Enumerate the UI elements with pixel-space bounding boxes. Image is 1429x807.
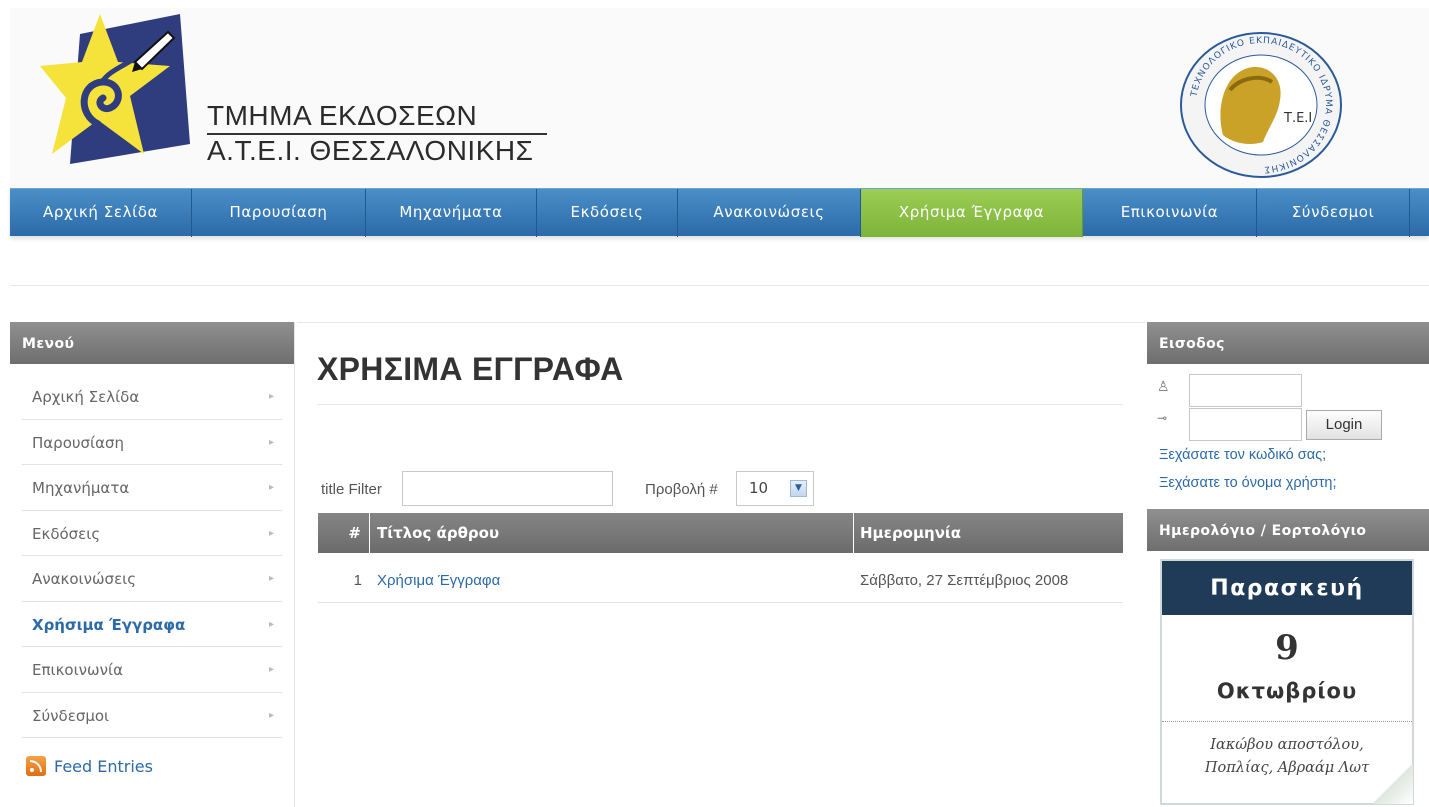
login-form: ♙ ⊸ Login Ξεχάσατε τον κωδικό σας; Ξεχάσ… (1147, 364, 1429, 509)
nav-item-publications[interactable]: Εκδόσεις (537, 189, 678, 237)
calendar-date: 9 (1275, 628, 1299, 668)
sidebar-item-label: Χρήσιμα Έγγραφα (32, 615, 186, 634)
page-title: ΧΡΗΣΙΜΑ ΕΓΓΡΑΦΑ (317, 351, 624, 387)
sidebar-item-machines[interactable]: Μηχανήματα ▸ (22, 465, 282, 511)
column-header-title[interactable]: Τίτλος άρθρου (370, 513, 854, 553)
forgot-password-link[interactable]: Ξεχάσατε τον κωδικό σας; (1159, 447, 1326, 463)
sidebar-item-useful-documents[interactable]: Χρήσιμα Έγγραφα ▸ (22, 602, 282, 647)
chevron-right-icon: ▸ (268, 527, 274, 539)
article-date: Σάββατο, 27 Σεπτέμβριος 2008 (860, 572, 1069, 589)
nav-item-home[interactable]: Αρχική Σελίδα (10, 189, 192, 237)
sidebar-menu: Αρχική Σελίδα ▸ Παρουσίαση ▸ Μηχανήματα ▸ Ε… (10, 364, 294, 738)
svg-text:Τ.Ε.Ι: Τ.Ε.Ι (1283, 111, 1312, 126)
chevron-down-icon: ▼ (790, 480, 807, 497)
nav-item-links[interactable]: Σύνδεσμοι (1257, 189, 1410, 237)
calendar-month: Οκτωβρίου (1216, 679, 1358, 703)
menu-box-title: Μενού (10, 322, 294, 364)
main-navigation: Αρχική Σελίδα Παρουσίαση Μηχανήματα Εκδό… (10, 188, 1429, 237)
calendar-day-name: Παρασκευή (1162, 561, 1412, 615)
table-row: 1 Χρήσιμα Έγγραφα Σάββατο, 27 Σεπτέμβριο… (318, 553, 1123, 603)
calendar-box-title: Ημερολόγιο / Εορτολόγιο (1147, 509, 1429, 551)
sidebar-item-label: Παρουσίαση (32, 433, 125, 452)
sidebar-item-announcements[interactable]: Ανακοινώσεις ▸ (22, 556, 282, 602)
main-content: ΧΡΗΣΙΜΑ ΕΓΓΡΑΦΑ title Filter Προβολή # 1… (297, 322, 1145, 807)
forgot-username-link[interactable]: Ξεχάσατε το όνομα χρήστη; (1159, 475, 1337, 491)
sidebar-item-label: Εκδόσεις (32, 524, 101, 543)
title-filter-input[interactable] (402, 471, 613, 506)
organization-title-line1: ΤΜΗΜΑ ΕΚΔΟΣΕΩΝ (207, 100, 547, 135)
chevron-right-icon: ▸ (268, 664, 274, 675)
title-divider (317, 404, 1123, 405)
sidebar-item-links[interactable]: Σύνδεσμοι ▸ (22, 693, 282, 738)
nav-item-useful-documents[interactable]: Χρήσιμα Έγγραφα (861, 189, 1083, 237)
chevron-right-icon: ▸ (268, 391, 274, 402)
username-input[interactable] (1189, 374, 1302, 407)
column-header-number: # (318, 513, 370, 553)
articles-table: # Τίτλος άρθρου Ημερομηνία 1 Χρήσιμα Έγγ… (318, 513, 1123, 603)
sidebar-item-home[interactable]: Αρχική Σελίδα ▸ (22, 374, 282, 420)
feed-entries-link[interactable]: Feed Entries (26, 756, 153, 776)
sidebar-item-publications[interactable]: Εκδόσεις ▸ (22, 511, 282, 556)
organization-title-line2: Α.Τ.Ε.Ι. ΘΕΣΣΑΛΟΝΙΚΗΣ (207, 135, 534, 166)
key-icon: ⊸ (1157, 411, 1168, 425)
row-number: 1 (353, 572, 362, 589)
login-box-title: Εισοδος (1147, 322, 1429, 364)
column-header-date[interactable]: Ημερομηνία (854, 513, 1123, 553)
sidebar-item-label: Ανακοινώσεις (32, 570, 137, 588)
chevron-right-icon: ▸ (268, 618, 274, 630)
feed-entries-label: Feed Entries (54, 756, 153, 776)
right-sidebar: Εισοδος ♙ ⊸ Login Ξεχάσατε τον κωδικό σα… (1147, 322, 1429, 807)
article-title-link[interactable]: Χρήσιμα Έγγραφα (377, 553, 500, 609)
display-count-label: Προβολή # (645, 481, 718, 498)
nav-item-announcements[interactable]: Ανακοινώσεις (678, 189, 861, 237)
page-curl-decoration (1373, 764, 1413, 804)
user-icon: ♙ (1157, 379, 1170, 395)
calendar-widget: Παρασκευή 9 Οκτωβρίου Ιακώβου αποστόλου,… (1160, 559, 1414, 805)
separator-line (10, 285, 1429, 286)
chevron-right-icon: ▸ (268, 436, 274, 448)
title-filter-label: title Filter (321, 481, 382, 498)
nav-item-presentation[interactable]: Παρουσίαση (192, 189, 366, 237)
display-count-value: 10 (749, 479, 769, 497)
table-header-row: # Τίτλος άρθρου Ημερομηνία (318, 513, 1123, 553)
chevron-right-icon: ▸ (268, 482, 274, 493)
sidebar-item-contact[interactable]: Επικοινωνία ▸ (22, 647, 282, 693)
name-days-line1: Ιακώβου αποστόλου, (1210, 737, 1364, 753)
tei-seal-logo: ΤΕΧΝΟΛΟΓΙΚΟ ΕΚΠΑΙΔΕΥΤΙΚΟ ΙΔΡΥΜΑ ΘΕΣΣΑΛΟΝ… (1180, 32, 1342, 178)
site-header: ΤΜΗΜΑ ΕΚΔΟΣΕΩΝ Α.Τ.Ε.Ι. ΘΕΣΣΑΛΟΝΙΚΗΣ ΤΕΧ… (10, 8, 1429, 188)
sidebar-item-label: Μηχανήματα (32, 479, 130, 497)
sidebar-item-presentation[interactable]: Παρουσίαση ▸ (22, 420, 282, 465)
sidebar-item-label: Επικοινωνία (32, 661, 123, 679)
display-count-select[interactable]: 10 ▼ (736, 471, 814, 506)
sidebar-item-label: Αρχική Σελίδα (32, 388, 140, 406)
chevron-right-icon: ▸ (268, 573, 274, 584)
nav-item-contact[interactable]: Επικοινωνία (1083, 189, 1257, 237)
chevron-right-icon: ▸ (268, 709, 274, 721)
sidebar-item-label: Σύνδεσμοι (32, 706, 110, 725)
password-input[interactable] (1189, 408, 1302, 441)
publishing-logo[interactable] (40, 14, 190, 174)
left-sidebar: Μενού Αρχική Σελίδα ▸ Παρουσίαση ▸ Μηχανήμ… (10, 322, 295, 807)
rss-icon (26, 756, 46, 776)
nav-item-machines[interactable]: Μηχανήματα (366, 189, 537, 237)
organization-title: ΤΜΗΜΑ ΕΚΔΟΣΕΩΝ Α.Τ.Ε.Ι. ΘΕΣΣΑΛΟΝΙΚΗΣ (207, 100, 547, 167)
login-button[interactable]: Login (1306, 410, 1382, 440)
